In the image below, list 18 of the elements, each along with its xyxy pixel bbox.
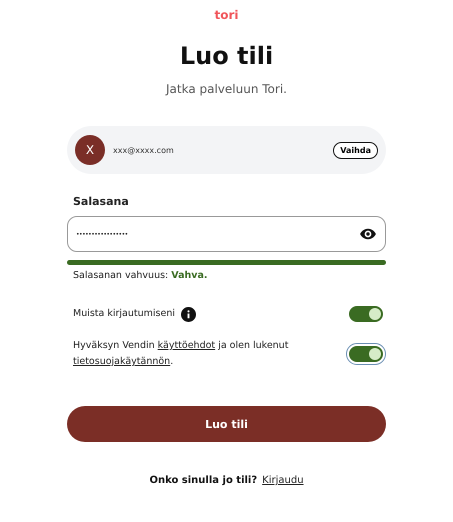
toggle-label: Hyväksyn Vendin käyttöehdot ja olen lukenut tietosuojakäytännön. [73, 339, 290, 369]
login-link[interactable]: Kirjaudu [262, 475, 304, 486]
toggle-label: Muista kirjautumiseni [73, 307, 175, 321]
change-button[interactable]: Vaihda [333, 142, 378, 158]
email-text: xxx@xxxx.com [113, 146, 175, 154]
link[interactable]: tietosuojakäytännön [73, 356, 170, 367]
link[interactable]: käyttöehdot [158, 340, 216, 351]
page-title: Luo tili [178, 42, 274, 70]
avatar: X [75, 135, 105, 165]
logo: tori [214, 8, 238, 22]
toggle-switch[interactable] [349, 306, 383, 322]
password-label: Salasana [72, 195, 130, 208]
footer-question: Onko sinulla jo tili? [149, 475, 258, 486]
strength-value: Vahva. [171, 270, 208, 281]
create-account-button[interactable]: Luo tili [67, 406, 386, 442]
strength-label: Salasanan vahvuus: [73, 270, 168, 281]
info-icon[interactable] [181, 306, 196, 322]
subtitle: Jatka palveluun Tori. [164, 82, 288, 96]
